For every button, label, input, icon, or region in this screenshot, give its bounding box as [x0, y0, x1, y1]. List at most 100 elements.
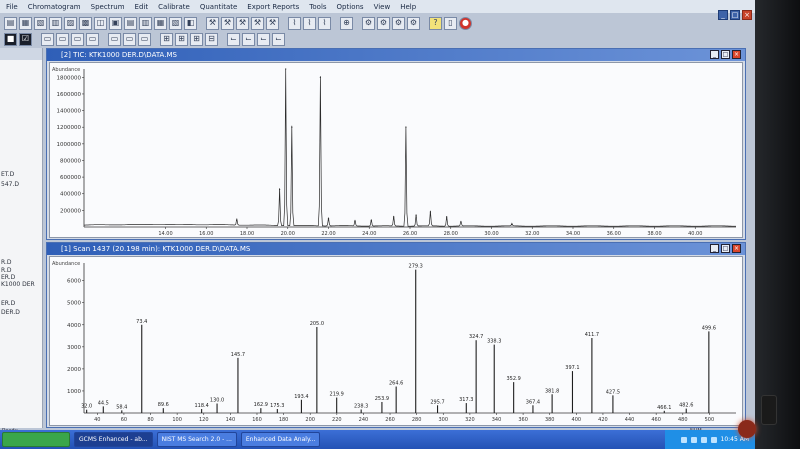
toolbar-icon[interactable]: ▦ [19, 16, 32, 30]
document-icon[interactable]: ▭ [41, 32, 54, 46]
file-item[interactable]: ER.D [1, 274, 15, 281]
toolbar-icon[interactable]: ▨ [64, 16, 77, 30]
peak-label: 482.6 [679, 403, 693, 409]
file-item[interactable]: R.D [1, 259, 11, 266]
start-button[interactable] [2, 432, 70, 447]
spectrum-icon[interactable]: ⊞ [175, 32, 188, 46]
hammer-icon[interactable]: ⚒ [221, 16, 234, 30]
x-tick-label: 420 [598, 417, 608, 423]
x-tick-label: 360 [518, 417, 528, 423]
document-icon[interactable]: ▭ [56, 32, 69, 46]
document-icon[interactable]: ▭ [86, 32, 99, 46]
spectrum-icon[interactable]: ⊞ [160, 32, 173, 46]
hammer-icon[interactable]: ⚒ [206, 16, 219, 30]
file-item[interactable]: 547.D [1, 181, 19, 188]
y-tick-label: 800000 [60, 158, 81, 164]
hammer-icon[interactable]: ⚒ [266, 16, 279, 30]
help-icon[interactable]: ? [429, 16, 442, 30]
scan-close-button[interactable]: × [732, 244, 741, 253]
toolbar-icon[interactable]: ▯ [444, 16, 457, 30]
document-icon[interactable]: ▭ [123, 32, 136, 46]
file-item[interactable]: K1000 DER [1, 281, 35, 288]
tic-plot-area[interactable]: Abundance 200000 400000 600000 800000 1000000… [49, 62, 743, 238]
toolbar-icon[interactable]: ▦ [154, 16, 167, 30]
integrate-icon[interactable]: ⌇ [318, 16, 331, 30]
chart-icon[interactable]: ⌙ [242, 32, 255, 46]
scan-maximize-button[interactable]: □ [721, 244, 730, 253]
library-search-icon[interactable]: ⚙ [392, 16, 405, 30]
document-icon[interactable]: ▭ [108, 32, 121, 46]
menu-view[interactable]: View [372, 3, 393, 11]
toolbar-row-1: ▤ ▦ ▧ ▥ ▨ ▩ ◫ ▣ ▤ ▥ ▦ ▧ ◧ ⚒ ⚒ ⚒ ⚒ ⚒ ⌇ ⌇ … [0, 15, 755, 31]
tic-window-titlebar[interactable]: [2] TIC: KTK1000 DER.D\DATA.MS _ □ × [47, 49, 745, 61]
scan-window-titlebar[interactable]: [1] Scan 1437 (20.198 min): KTK1000 DER.… [47, 243, 745, 255]
library-search-icon[interactable]: ⚙ [377, 16, 390, 30]
mass-spectrum-chart[interactable]: Abundance 1000 2000 3000 4000 5000 6000 40 60 80 1… [50, 257, 742, 425]
menu-file[interactable]: File [4, 3, 20, 11]
menu-chromatogram[interactable]: Chromatogram [26, 3, 83, 11]
tic-close-button[interactable]: × [732, 50, 741, 59]
toolbar-icon[interactable]: ▩ [79, 16, 92, 30]
stop-square-icon[interactable]: ■ [4, 32, 17, 46]
toolbar-icon[interactable]: ▥ [49, 16, 62, 30]
hammer-icon[interactable]: ⚒ [236, 16, 249, 30]
hammer-icon[interactable]: ⚒ [251, 16, 264, 30]
target-icon[interactable]: ⊕ [340, 16, 353, 30]
tic-peak-apex [291, 126, 293, 128]
menu-options[interactable]: Options [335, 3, 366, 11]
stop-icon[interactable]: ● [459, 16, 472, 30]
tray-icon[interactable] [680, 436, 687, 443]
document-icon[interactable]: ▭ [71, 32, 84, 46]
integrate-icon[interactable]: ⌇ [288, 16, 301, 30]
x-tick-label: 38.00 [647, 231, 661, 237]
toolbar-icon[interactable]: ▣ [109, 16, 122, 30]
spectrum-icon[interactable]: ⊟ [205, 32, 218, 46]
scan-plot-area[interactable]: Abundance 1000 2000 3000 4000 5000 6000 40 60 80 1… [49, 256, 743, 426]
checkbox-icon[interactable]: ☑ [19, 32, 32, 46]
toolbar-icon[interactable]: ▤ [4, 16, 17, 30]
chart-icon[interactable]: ⌙ [227, 32, 240, 46]
menu-calibrate[interactable]: Calibrate [156, 3, 192, 11]
toolbar-icon[interactable]: ▧ [34, 16, 47, 30]
task-enhanced-data-analysis[interactable]: Enhanced Data Analy... [240, 432, 321, 447]
tic-peak-apex [236, 219, 238, 221]
toolbar-icon[interactable]: ▧ [169, 16, 182, 30]
file-item[interactable]: DER.D [1, 309, 20, 316]
tic-window: [2] TIC: KTK1000 DER.D\DATA.MS _ □ × Abu… [46, 48, 746, 240]
menu-help[interactable]: Help [398, 3, 418, 11]
menu-tools[interactable]: Tools [307, 3, 328, 11]
tray-icon[interactable] [710, 436, 717, 443]
x-tick-label: 30.00 [484, 231, 498, 237]
task-gcms-enhanced[interactable]: GCMS Enhanced - ab... [74, 432, 153, 447]
tic-peak-apex [460, 221, 462, 223]
toolbar-icon[interactable]: ▥ [139, 16, 152, 30]
x-tick-label: 480 [678, 417, 688, 423]
file-item[interactable]: R.D [1, 267, 11, 274]
menu-edit[interactable]: Edit [133, 3, 151, 11]
file-item[interactable]: ER.D [1, 300, 15, 307]
spectrum-icon[interactable]: ⊞ [190, 32, 203, 46]
file-item[interactable]: ET.D [1, 171, 14, 178]
tray-icon[interactable] [700, 436, 707, 443]
menu-quantitate[interactable]: Quantitate [198, 3, 239, 11]
chart-icon[interactable]: ⌙ [257, 32, 270, 46]
chart-icon[interactable]: ⌙ [272, 32, 285, 46]
tic-minimize-button[interactable]: _ [710, 50, 719, 59]
library-search-icon[interactable]: ⚙ [407, 16, 420, 30]
toolbar-icon[interactable]: ◫ [94, 16, 107, 30]
menu-spectrum[interactable]: Spectrum [89, 3, 127, 11]
toolbar-icon[interactable]: ◧ [184, 16, 197, 30]
integrate-icon[interactable]: ⌇ [303, 16, 316, 30]
library-search-icon[interactable]: ⚙ [362, 16, 375, 30]
tic-window-title: [2] TIC: KTK1000 DER.D\DATA.MS [61, 51, 177, 59]
scan-minimize-button[interactable]: _ [710, 244, 719, 253]
tray-icon[interactable] [690, 436, 697, 443]
x-tick-label: 280 [412, 417, 422, 423]
task-nist-ms-search[interactable]: NIST MS Search 2.0 - ... [156, 432, 237, 447]
tic-maximize-button[interactable]: □ [721, 50, 730, 59]
peak-label: 338.3 [487, 339, 501, 345]
tic-chromatogram-chart[interactable]: Abundance 200000 400000 600000 800000 1000000… [50, 63, 742, 237]
toolbar-icon[interactable]: ▤ [124, 16, 137, 30]
document-icon[interactable]: ▭ [138, 32, 151, 46]
menu-export-reports[interactable]: Export Reports [245, 3, 301, 11]
